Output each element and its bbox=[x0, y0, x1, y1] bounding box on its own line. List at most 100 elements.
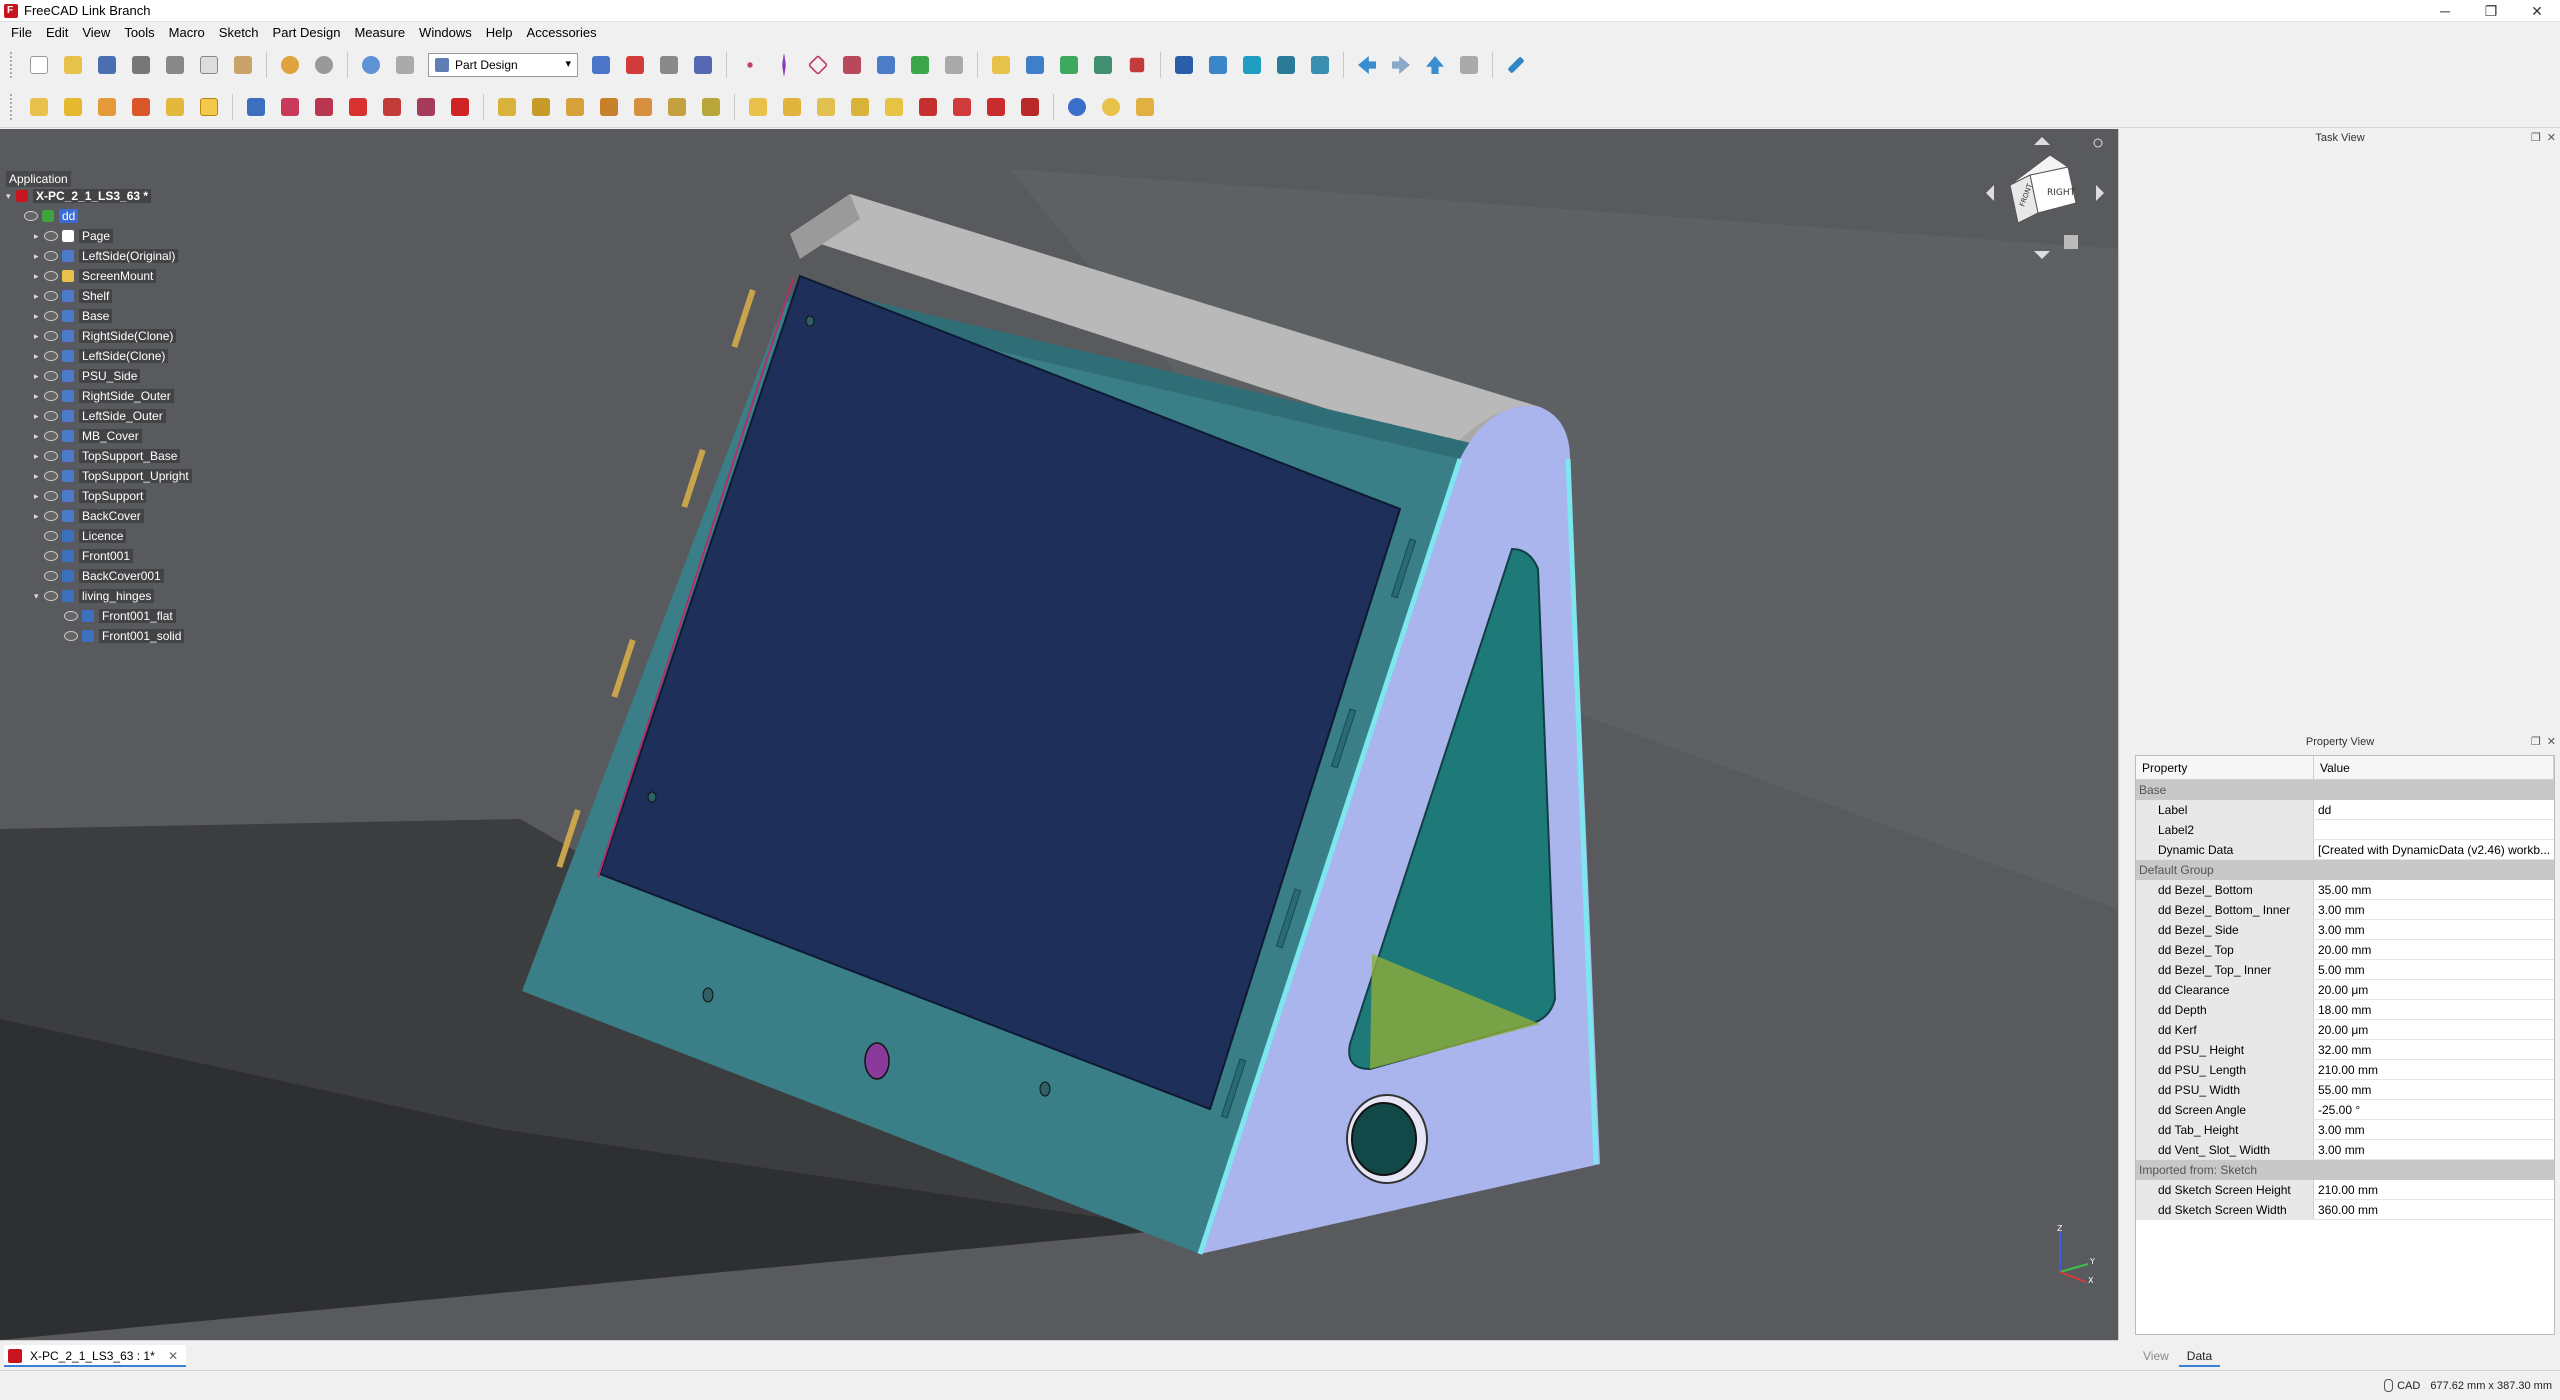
pad-icon[interactable] bbox=[196, 94, 222, 120]
expand-arrow-icon[interactable]: ▸ bbox=[34, 251, 44, 262]
macro-record-icon[interactable] bbox=[588, 52, 614, 78]
minimize-button[interactable]: ─ bbox=[2422, 0, 2468, 22]
draft-icon[interactable] bbox=[562, 94, 588, 120]
menu-edit[interactable]: Edit bbox=[39, 22, 75, 44]
expand-arrow-icon[interactable]: ▸ bbox=[34, 391, 44, 402]
menu-tools[interactable]: Tools bbox=[117, 22, 161, 44]
mirrored-icon[interactable] bbox=[630, 94, 656, 120]
menu-part-design[interactable]: Part Design bbox=[266, 22, 348, 44]
tree-item-front001-solid[interactable]: Front001_solid bbox=[64, 627, 185, 645]
thickness-icon[interactable] bbox=[596, 94, 622, 120]
back-arrow-icon[interactable] bbox=[1354, 52, 1380, 78]
visibility-eye-icon[interactable] bbox=[64, 631, 78, 641]
subtractive-loft-icon[interactable] bbox=[447, 94, 473, 120]
navcube-menu-icon[interactable] bbox=[2064, 235, 2078, 249]
expand-arrow-icon[interactable]: ▾ bbox=[34, 591, 44, 602]
property-row[interactable]: dd Screen Angle -25.00 ° bbox=[2136, 1100, 2554, 1120]
tree-item-leftside-outer[interactable]: ▸ LeftSide_Outer bbox=[34, 407, 166, 425]
maximize-button[interactable]: ❐ bbox=[2468, 0, 2514, 22]
value-column-header[interactable]: Value bbox=[2314, 756, 2554, 779]
expand-arrow-icon[interactable]: ▸ bbox=[34, 491, 44, 502]
whats-this-icon[interactable] bbox=[392, 52, 418, 78]
menu-help[interactable]: Help bbox=[479, 22, 520, 44]
view-isometric-icon[interactable] bbox=[1273, 52, 1299, 78]
measure-icon[interactable] bbox=[1124, 52, 1150, 78]
ruler-icon[interactable] bbox=[1503, 52, 1529, 78]
macro-stop-icon[interactable] bbox=[622, 52, 648, 78]
additive-cone-icon[interactable] bbox=[847, 94, 873, 120]
menu-macro[interactable]: Macro bbox=[162, 22, 212, 44]
link-sub-icon[interactable] bbox=[1090, 52, 1116, 78]
groove-icon[interactable] bbox=[413, 94, 439, 120]
polar-pattern-icon[interactable] bbox=[698, 94, 724, 120]
reorient-sketch-icon[interactable] bbox=[162, 94, 188, 120]
visibility-eye-icon[interactable] bbox=[44, 551, 58, 561]
tree-item-living-hinges[interactable]: ▾ living_hinges bbox=[34, 587, 155, 605]
rotate-right-icon[interactable] bbox=[2096, 185, 2104, 201]
plane-icon[interactable] bbox=[805, 52, 831, 78]
document-tab[interactable]: X-PC_2_1_LS3_63 : 1* ✕ bbox=[4, 1345, 187, 1367]
close-icon[interactable]: ✕ bbox=[2547, 735, 2556, 748]
tree-item-backcover001[interactable]: BackCover001 bbox=[44, 567, 164, 585]
fit-selection-icon[interactable] bbox=[1205, 52, 1231, 78]
additive-sphere-icon[interactable] bbox=[813, 94, 839, 120]
property-column-header[interactable]: Property bbox=[2136, 756, 2314, 779]
visibility-eye-icon[interactable] bbox=[44, 511, 58, 521]
visibility-eye-icon[interactable] bbox=[44, 351, 58, 361]
expand-arrow-icon[interactable]: ▸ bbox=[34, 331, 44, 342]
property-row[interactable]: dd Depth 18.00 mm bbox=[2136, 1000, 2554, 1020]
visibility-eye-icon[interactable] bbox=[44, 391, 58, 401]
tree-item-front001[interactable]: Front001 bbox=[44, 547, 134, 565]
undo-icon[interactable] bbox=[277, 52, 303, 78]
validate-sketch-icon[interactable] bbox=[94, 94, 120, 120]
float-icon[interactable]: ❐ bbox=[2531, 131, 2541, 144]
linear-pattern-icon[interactable] bbox=[664, 94, 690, 120]
navigation-style-button[interactable]: CAD bbox=[2384, 1379, 2420, 1392]
group-icon[interactable] bbox=[1022, 52, 1048, 78]
tree-item-licence[interactable]: Licence bbox=[44, 527, 127, 545]
shape-binder-icon[interactable] bbox=[873, 52, 899, 78]
expand-arrow-icon[interactable]: ▸ bbox=[34, 371, 44, 382]
pocket-icon[interactable] bbox=[345, 94, 371, 120]
visibility-eye-icon[interactable] bbox=[44, 291, 58, 301]
open-icon[interactable] bbox=[60, 52, 86, 78]
tree-item-psu-side[interactable]: ▸ PSU_Side bbox=[34, 367, 141, 385]
point-icon[interactable] bbox=[737, 52, 763, 78]
revolution-icon[interactable] bbox=[243, 94, 269, 120]
copy-icon[interactable] bbox=[196, 52, 222, 78]
expand-arrow-icon[interactable]: ▸ bbox=[34, 511, 44, 522]
visibility-eye-icon[interactable] bbox=[44, 531, 58, 541]
toolbar-grip[interactable] bbox=[10, 93, 14, 120]
sketch-icon[interactable] bbox=[60, 94, 86, 120]
draw-style-icon[interactable] bbox=[1239, 52, 1265, 78]
subtractive-sphere-icon[interactable] bbox=[983, 94, 1009, 120]
additive-box-icon[interactable] bbox=[745, 94, 771, 120]
map-sketch-icon[interactable] bbox=[128, 94, 154, 120]
loft-icon[interactable] bbox=[277, 94, 303, 120]
subtractive-box-icon[interactable] bbox=[915, 94, 941, 120]
view-menu-icon[interactable] bbox=[2093, 138, 2103, 148]
expand-arrow-icon[interactable]: ▸ bbox=[34, 471, 44, 482]
tree-item-mb-cover[interactable]: ▸ MB_Cover bbox=[34, 427, 142, 445]
hole-icon[interactable] bbox=[379, 94, 405, 120]
tree-item-screenmount[interactable]: ▸ ScreenMount bbox=[34, 267, 157, 285]
pipe-icon[interactable] bbox=[311, 94, 337, 120]
link-icon[interactable] bbox=[1056, 52, 1082, 78]
shape-compound-icon[interactable] bbox=[1098, 94, 1124, 120]
workbench-selector[interactable]: Part Design ▾ bbox=[428, 53, 578, 77]
rotate-down-icon[interactable] bbox=[2034, 251, 2050, 259]
float-icon[interactable]: ❐ bbox=[2531, 735, 2541, 748]
tree-item-shelf[interactable]: ▸ Shelf bbox=[34, 287, 113, 305]
menu-sketch[interactable]: Sketch bbox=[212, 22, 266, 44]
coordinate-system-icon[interactable] bbox=[839, 52, 865, 78]
tree-item-page[interactable]: ▸ Page bbox=[34, 227, 114, 245]
tab-data[interactable]: Data bbox=[2178, 1347, 2221, 1367]
menu-view[interactable]: View bbox=[75, 22, 117, 44]
property-row[interactable]: dd PSU_ Width 55.00 mm bbox=[2136, 1080, 2554, 1100]
property-row[interactable]: Label dd bbox=[2136, 800, 2554, 820]
save-icon[interactable] bbox=[94, 52, 120, 78]
toolbar-grip[interactable] bbox=[10, 52, 14, 78]
property-row[interactable]: dd Bezel_ Bottom 35.00 mm bbox=[2136, 880, 2554, 900]
property-row[interactable]: dd Bezel_ Bottom_ Inner 3.00 mm bbox=[2136, 900, 2554, 920]
expand-arrow-icon[interactable]: ▸ bbox=[34, 411, 44, 422]
